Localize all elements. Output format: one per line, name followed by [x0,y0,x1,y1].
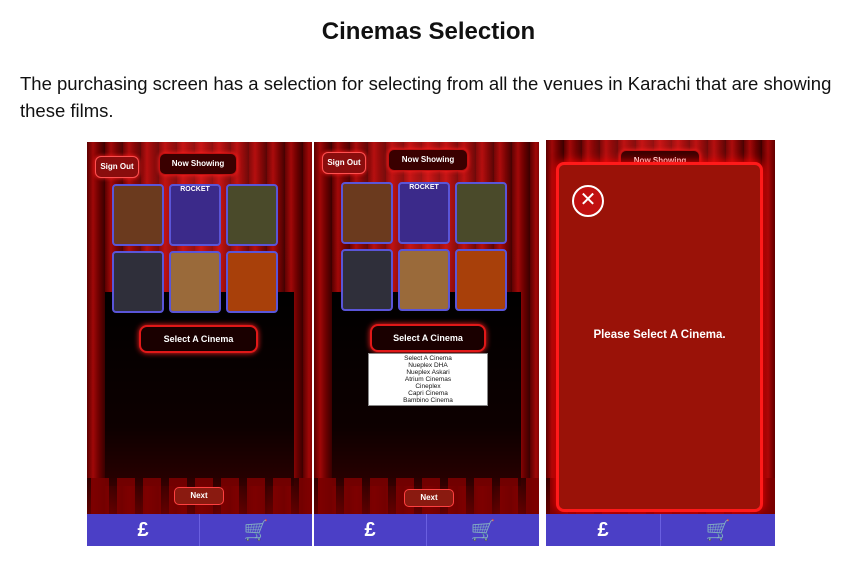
dropdown-option[interactable]: Nueplex DHA [369,362,487,369]
dropdown-option[interactable]: Capri Cinema [369,390,487,397]
movie-poster[interactable] [112,251,164,313]
now-showing-button[interactable]: Now Showing [159,153,237,175]
alert-message: Please Select A Cinema. [593,329,726,341]
poster-title: ROCKET [409,184,439,191]
cart-icon[interactable]: 🛒 [661,514,775,546]
cinema-dropdown[interactable]: Select A Cinema Nueplex DHA Nueplex Aska… [368,353,488,406]
movie-poster-grid: ROCKET [112,184,278,313]
movie-poster[interactable] [341,249,393,311]
close-icon[interactable]: ✕ [572,185,604,217]
movie-poster-grid: ROCKET [341,182,507,311]
bottom-nav-bar: £ 🛒 [314,514,539,546]
poster-title: ROCKET [180,186,210,193]
pound-icon[interactable]: £ [546,514,661,546]
screenshot-cinema-home: Sign Out Now Showing ROCKET Select A Cin… [87,142,312,546]
pound-icon[interactable]: £ [314,514,427,546]
cart-icon[interactable]: 🛒 [200,514,312,546]
screenshot-cinema-dropdown: Sign Out Now Showing ROCKET Select A Cin… [314,142,539,546]
movie-poster[interactable]: ROCKET [169,184,221,246]
select-cinema-button[interactable]: Select A Cinema [139,325,258,353]
movie-poster[interactable] [341,182,393,244]
movie-poster[interactable] [226,251,278,313]
dropdown-option[interactable]: Bambino Cinema [369,397,487,404]
sign-out-button[interactable]: Sign Out [95,156,139,178]
bottom-nav-bar: £ 🛒 [546,514,775,546]
movie-poster[interactable] [112,184,164,246]
movie-poster[interactable]: ROCKET [398,182,450,244]
movie-poster[interactable] [226,184,278,246]
movie-poster[interactable] [169,251,221,313]
bottom-nav-bar: £ 🛒 [87,514,312,546]
dropdown-option[interactable]: Select A Cinema [369,355,487,362]
now-showing-button[interactable]: Now Showing [388,149,468,171]
movie-poster[interactable] [455,249,507,311]
document-title: Cinemas Selection [321,18,536,45]
dropdown-option[interactable]: Atrium Cinemas [369,376,487,383]
next-button[interactable]: Next [404,489,454,507]
sign-out-button[interactable]: Sign Out [322,152,366,174]
dropdown-option[interactable]: Cineplex [369,383,487,390]
cart-icon[interactable]: 🛒 [427,514,539,546]
dropdown-option[interactable]: Nueplex Askari [369,369,487,376]
theater-stage [105,292,294,486]
next-button[interactable]: Next [174,487,224,505]
document-paragraph: The purchasing screen has a selection fo… [20,73,832,121]
movie-poster[interactable] [455,182,507,244]
pound-icon[interactable]: £ [87,514,200,546]
alert-modal: ✕ Please Select A Cinema. [556,162,763,512]
movie-poster[interactable] [398,249,450,311]
screenshot-cinema-alert: Now Showing ✕ Please Select A Cinema. £ … [546,140,775,546]
select-cinema-button[interactable]: Select A Cinema [370,324,486,352]
